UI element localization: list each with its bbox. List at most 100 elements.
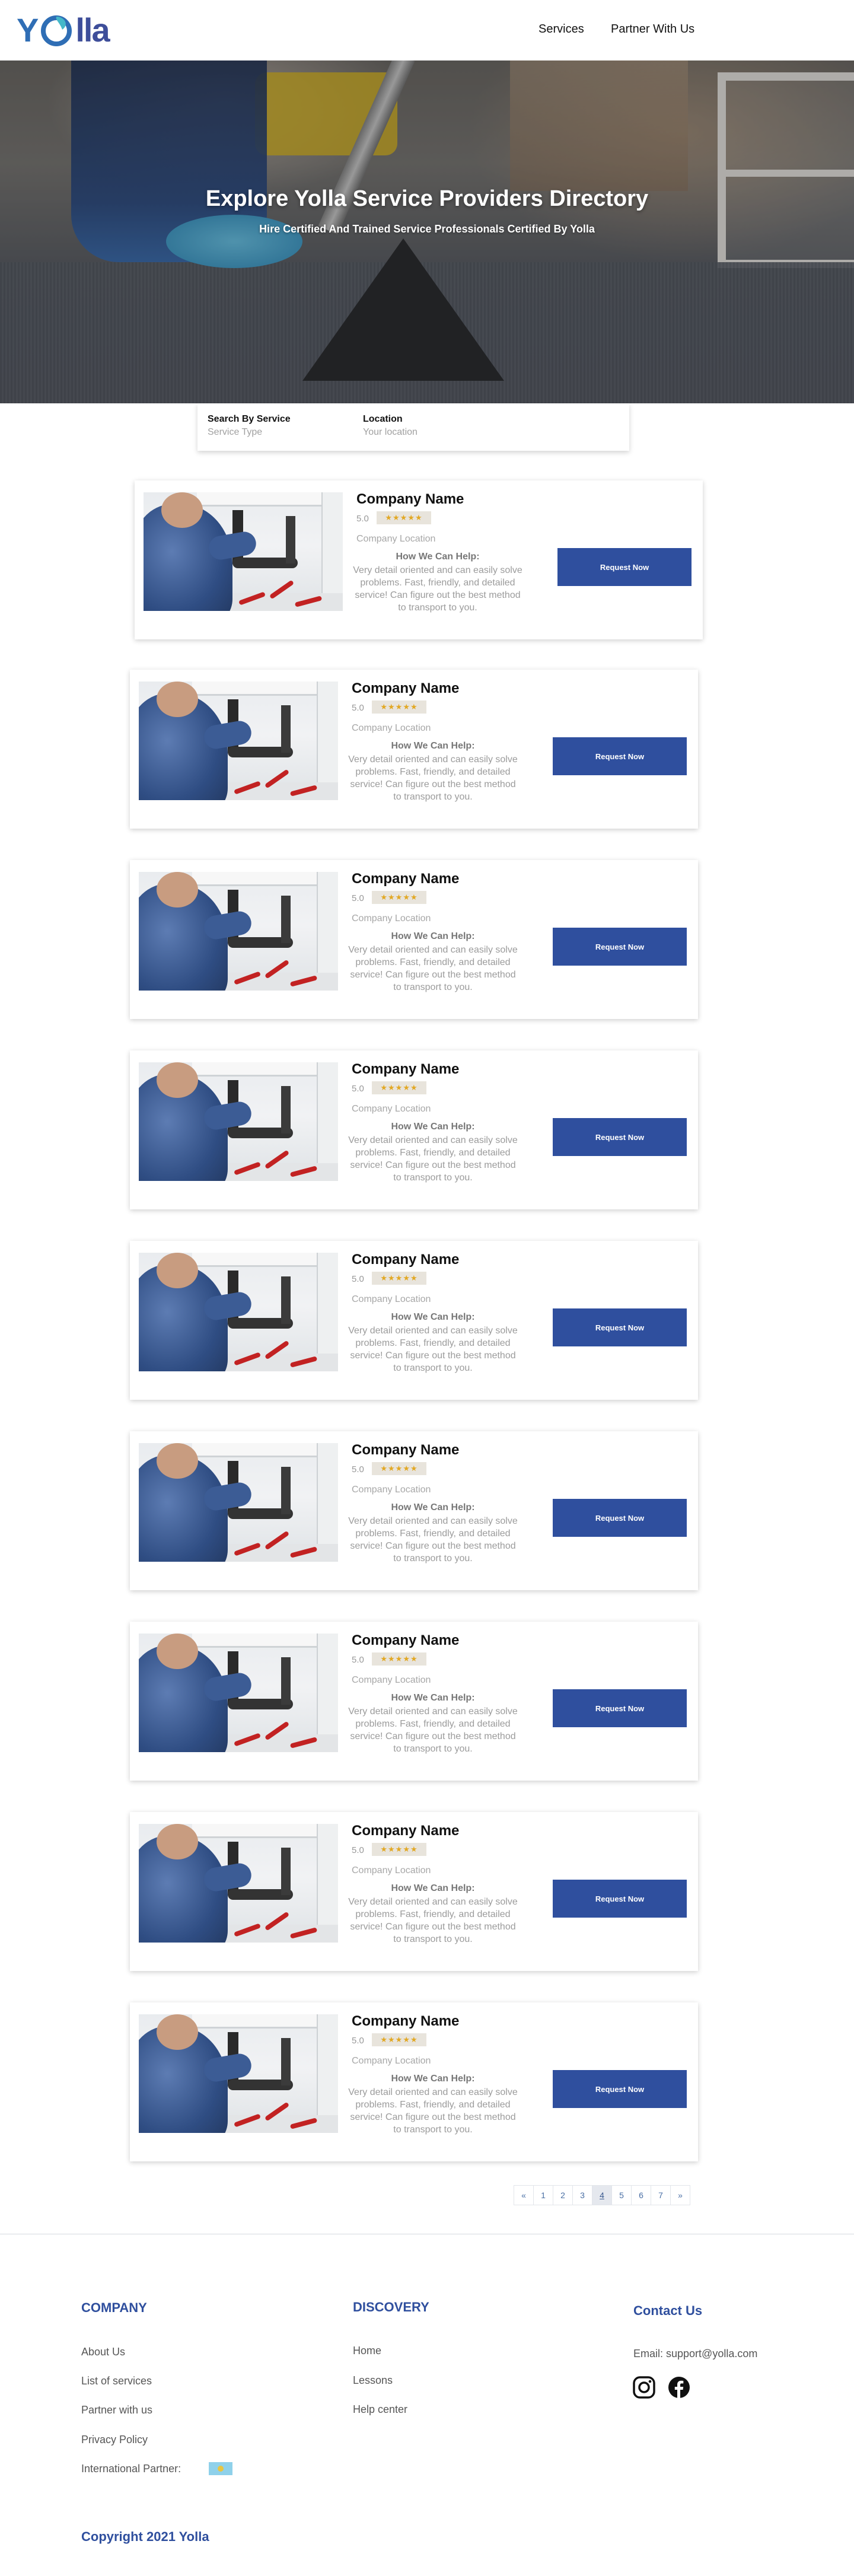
photo-pipe (281, 1848, 291, 1895)
provider-card: Company Name 5.0 ★★★★★ Company Location How … (130, 670, 698, 829)
instagram-icon[interactable] (632, 2376, 656, 2399)
footer-link-privacy-policy[interactable]: Privacy Policy (81, 2434, 148, 2446)
footer-link-help-center[interactable]: Help center (353, 2403, 407, 2416)
photo-worker-head (157, 1824, 198, 1859)
provider-photo (139, 1062, 338, 1181)
company-name: Company Name (352, 871, 460, 887)
request-now-button[interactable]: Request Now (553, 1118, 687, 1156)
company-location: Company Location (352, 1485, 431, 1495)
footer-discovery-heading: DISCOVERY (353, 2300, 429, 2314)
request-now-button[interactable]: Request Now (553, 737, 687, 775)
footer-link-international-partner[interactable]: International Partner: (81, 2463, 181, 2475)
footer-link-list-of-services[interactable]: List of services (81, 2375, 152, 2387)
pagination-page[interactable]: 1 (533, 2185, 553, 2205)
help-heading: How We Can Help: (396, 552, 480, 562)
hero-subtitle: Hire Certified And Trained Service Profe… (259, 223, 595, 235)
pagination-page[interactable]: 5 (611, 2185, 632, 2205)
provider-photo (139, 872, 338, 991)
pagination-page-current[interactable]: 4 (592, 2185, 612, 2205)
service-search-field: Search By Service (208, 414, 344, 438)
provider-photo (139, 1634, 338, 1752)
pagination-page[interactable]: 7 (651, 2185, 671, 2205)
provider-card: Company Name 5.0 ★★★★★ Company Location How … (130, 1241, 698, 1400)
request-now-button[interactable]: Request Now (553, 1689, 687, 1727)
hero-title: Explore Yolla Service Providers Director… (205, 186, 649, 211)
help-description: Very detail oriented and can easily solv… (348, 945, 518, 992)
provider-card: Company Name 5.0 ★★★★★ Company Location How … (130, 1050, 698, 1209)
request-now-button[interactable]: Request Now (557, 548, 692, 586)
footer-link-partner-with-us[interactable]: Partner with us (81, 2404, 152, 2416)
star-rating: ★★★★★ (372, 1843, 426, 1856)
company-name: Company Name (352, 2013, 460, 2029)
photo-worker-head (157, 1253, 198, 1288)
photo-pipe (281, 1276, 291, 1324)
service-type-input[interactable] (208, 427, 344, 438)
provider-card: Company Name 5.0 ★★★★★ Company Location How … (130, 1812, 698, 1971)
provider-card: Company Name 5.0 ★★★★★ Company Location How … (130, 860, 698, 1019)
company-name: Company Name (352, 1252, 460, 1268)
kazakhstan-flag-icon[interactable] (209, 2462, 232, 2475)
location-input[interactable] (363, 427, 499, 438)
provider-card: Company Name 5.0 ★★★★★ Company Location How … (130, 2002, 698, 2161)
help-heading: How We Can Help: (391, 1883, 475, 1893)
request-now-button[interactable]: Request Now (553, 928, 687, 966)
photo-pipe (281, 1086, 291, 1133)
rating-value: 5.0 (352, 1274, 364, 1284)
help-heading: How We Can Help: (391, 2074, 475, 2084)
request-now-button[interactable]: Request Now (553, 1308, 687, 1346)
help-description: Very detail oriented and can easily solv… (348, 754, 518, 802)
company-name: Company Name (352, 1061, 460, 1077)
star-rating: ★★★★★ (372, 700, 426, 714)
logo-text-rest: lla (75, 11, 110, 49)
help-description: Very detail oriented and can easily solv… (348, 1706, 518, 1754)
request-now-button[interactable]: Request Now (553, 1499, 687, 1537)
help-heading: How We Can Help: (391, 741, 475, 751)
rating-value: 5.0 (352, 893, 364, 903)
rating-value: 5.0 (352, 1464, 364, 1475)
star-rating: ★★★★★ (372, 1272, 426, 1285)
photo-worker-head (157, 872, 198, 908)
star-rating: ★★★★★ (377, 511, 431, 524)
provider-photo (139, 682, 338, 800)
provider-photo (139, 1443, 338, 1562)
help-heading: How We Can Help: (391, 1122, 475, 1132)
company-name: Company Name (352, 1632, 460, 1648)
provider-photo (139, 2014, 338, 2133)
pagination-page[interactable]: 6 (631, 2185, 651, 2205)
company-name: Company Name (352, 1823, 460, 1839)
company-location: Company Location (352, 1294, 431, 1304)
help-heading: How We Can Help: (391, 931, 475, 941)
request-now-button[interactable]: Request Now (553, 1880, 687, 1918)
pagination-next[interactable]: » (670, 2185, 690, 2205)
star-rating: ★★★★★ (372, 1652, 426, 1666)
yolla-logo[interactable]: Y lla (17, 8, 110, 51)
facebook-icon[interactable] (667, 2376, 691, 2399)
provider-card: Company Name 5.0 ★★★★★ Company Location How … (130, 1622, 698, 1781)
footer-link-about-us[interactable]: About Us (81, 2346, 125, 2358)
pagination-page[interactable]: 2 (553, 2185, 573, 2205)
help-heading: How We Can Help: (391, 1502, 475, 1513)
hero-banner: Explore Yolla Service Providers Director… (0, 61, 854, 403)
provider-photo (139, 1824, 338, 1943)
provider-photo (144, 492, 343, 611)
request-now-button[interactable]: Request Now (553, 2070, 687, 2108)
star-rating: ★★★★★ (372, 1462, 426, 1475)
help-description: Very detail oriented and can easily solv… (353, 565, 522, 613)
pagination-page[interactable]: 3 (572, 2185, 592, 2205)
footer-link-home[interactable]: Home (353, 2345, 381, 2357)
company-location: Company Location (352, 2056, 431, 2066)
location-search-field: Location (363, 414, 499, 438)
photo-pipe (281, 2038, 291, 2085)
footer-link-lessons[interactable]: Lessons (353, 2374, 393, 2387)
photo-pipe (281, 896, 291, 943)
help-heading: How We Can Help: (391, 1693, 475, 1703)
nav-partner-with-us[interactable]: Partner With Us (611, 23, 694, 36)
help-heading: How We Can Help: (391, 1312, 475, 1322)
photo-pipe (286, 516, 295, 563)
nav-services[interactable]: Services (538, 23, 584, 36)
footer-contact-email[interactable]: Email: support@yolla.com (633, 2348, 757, 2360)
logo-o-icon (39, 12, 74, 47)
pagination-prev[interactable]: « (514, 2185, 534, 2205)
company-name: Company Name (356, 491, 464, 507)
company-name: Company Name (352, 680, 460, 696)
